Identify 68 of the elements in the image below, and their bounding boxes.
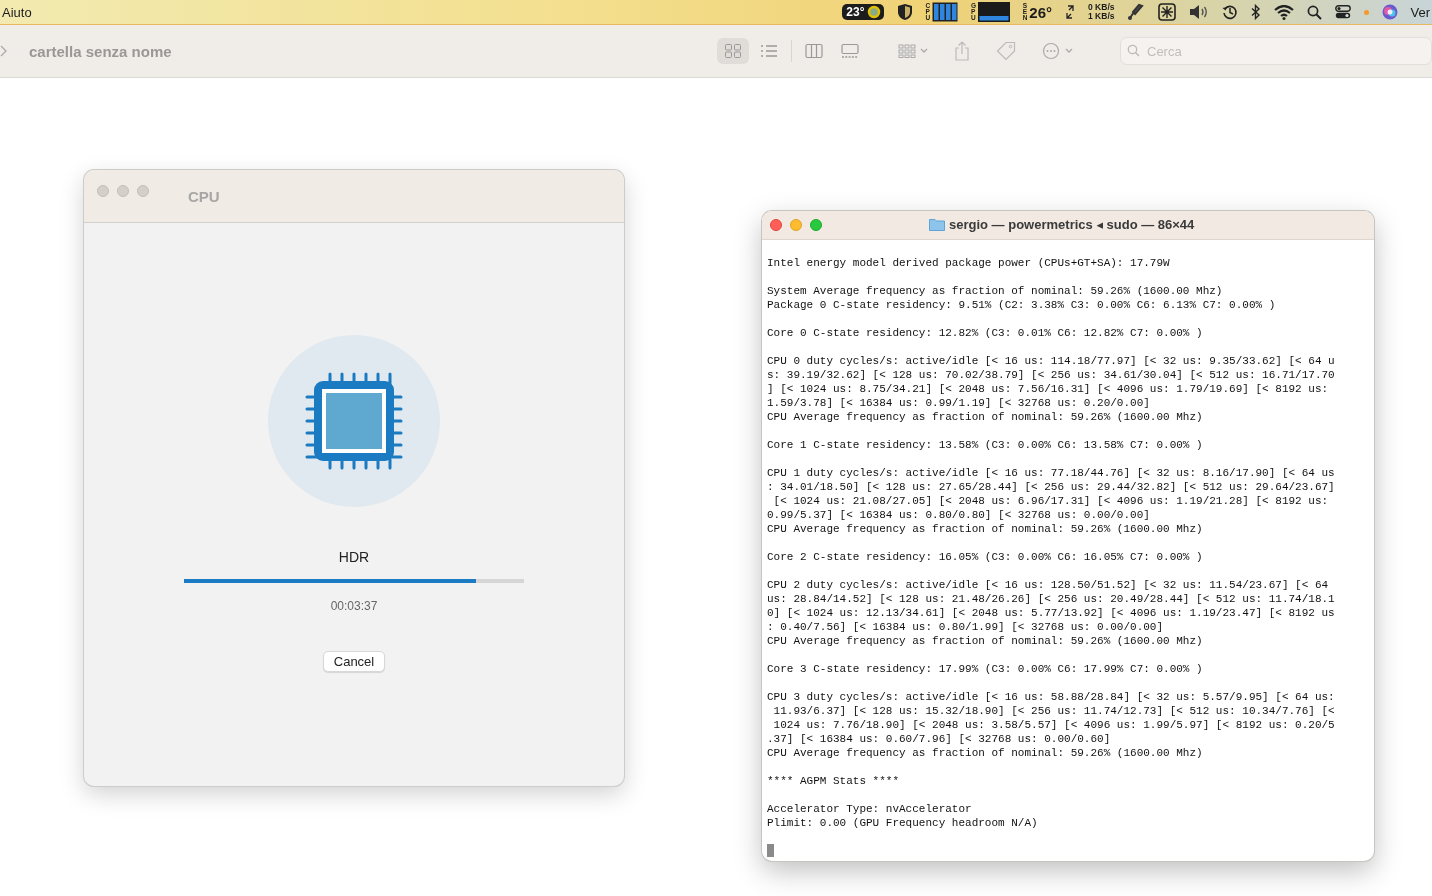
terminal-line: 11.93/6.37] [< 128 us: 15.32/18.90] [< 256 us: 11.74/12.73] [< 512 us: 10.34/7.76] [<	[772, 704, 1335, 718]
task-label: HDR	[338, 549, 370, 565]
terminal-line: Core 0 C-state residency: 12.82% (C3: 0.01% C6: 12.82% C7: 0.00% )	[767, 326, 1203, 340]
chevron-icon[interactable]	[0, 45, 7, 57]
search-icon[interactable]	[1307, 4, 1323, 20]
terminal-line: 1.59/3.78] [< 16384 us: 0.99/1.19] [< 32768 us: 0.20/0.00]	[767, 396, 1150, 410]
minimize-icon[interactable]	[790, 219, 802, 231]
terminal-line: **** AGPM Stats ****	[767, 774, 900, 788]
folder-icon	[929, 218, 945, 231]
app-menu[interactable]: Aiuto	[0, 4, 34, 20]
processor-chip-icon	[268, 335, 440, 507]
cancel-button[interactable]: Cancel	[322, 651, 386, 672]
window-title: CPU	[188, 187, 220, 205]
expand-arrows-icon[interactable]	[1065, 5, 1075, 19]
terminal-line: [< 1024 us: 21.08/27.05] [< 2048 us: 6.96/17.31] [< 4096 us: 1.19/21.28] [< 8192 us:	[772, 494, 1329, 508]
terminal-line: 1024 us: 7.76/18.90] [< 2048 us: 3.58/5.57] [< 4096 us: 1.99/5.97] [< 8192 us: 0.20/5	[772, 718, 1335, 732]
terminal-line: Plimit: 0.00 (GPU Frequency headroom N/A)	[767, 816, 1038, 830]
cpu-meter-icon[interactable]	[932, 2, 959, 22]
control-center-icon[interactable]	[1335, 5, 1352, 19]
bluetooth-icon[interactable]	[1251, 4, 1262, 20]
colorful-orb-icon[interactable]	[1382, 4, 1399, 20]
window-title: sergio — powermetrics ◂ sudo — 86×44	[949, 217, 1195, 232]
terminal-line: : 0.40/7.56] [< 16384 us: 0.80/1.99] [< 32768 us: 0.00/0.00]	[767, 620, 1164, 634]
terminal-line: 0] [< 1024 us: 12.13/34.61] [< 2048 us: 5.77/13.92] [< 4096 us: 1.19/23.47] [< 8192 us	[767, 606, 1335, 620]
terminal-line: CPU 0 duty cycles/s: active/idle [< 16 us: 114.18/77.97] [< 32 us: 9.35/33.62] [< 64 u	[767, 354, 1335, 368]
terminal-line: Accelerator Type: nvAccelerator	[767, 802, 972, 816]
terminal-line: Intel energy model derived package power (CPUs+GT+SA): 17.79W	[767, 256, 1170, 270]
gallery-icon	[841, 43, 859, 59]
temperature-badge[interactable]: 23°	[842, 4, 884, 20]
status-dot-icon	[1364, 9, 1370, 15]
cut-menu-item[interactable]: Ver	[1408, 4, 1432, 20]
group-icon[interactable]	[898, 44, 928, 58]
terminal-line: Core 1 C-state residency: 13.58% (C3: 0.00% C6: 13.58% C7: 0.00% )	[767, 438, 1203, 452]
terminal-line: CPU Average frequency as fraction of nominal: 59.26% (1600.00 Mhz)	[767, 522, 1203, 536]
grid-icon	[724, 43, 742, 59]
view-mode-button[interactable]	[717, 38, 749, 64]
folder-title: cartella senza nome	[29, 42, 173, 60]
shield-icon[interactable]	[896, 3, 913, 21]
list-icon	[760, 43, 778, 59]
terminal-line: Package 0 C-state residency: 9.51% (C2: 3.38% C3: 0.00% C6: 6.13% C7: 0.00% )	[767, 298, 1276, 312]
gpu-meter-icon[interactable]	[977, 2, 1010, 22]
elapsed-time: 00:03:37	[330, 599, 378, 613]
network-speed[interactable]: 0 KB/s 1 KB/s	[1088, 3, 1115, 21]
columns-icon	[805, 43, 823, 59]
terminal-line: CPU Average frequency as fraction of nominal: 59.26% (1600.00 Mhz)	[767, 410, 1203, 424]
terminal-line: CPU Average frequency as fraction of nominal: 59.26% (1600.00 Mhz)	[767, 746, 1203, 760]
wifi-icon[interactable]	[1274, 4, 1295, 20]
terminal-line: CPU 1 duty cycles/s: active/idle [< 16 us: 77.18/44.76] [< 32 us: 8.16/17.90] [< 64 us	[767, 466, 1335, 480]
sensor-temperature[interactable]: 26°	[1029, 3, 1052, 21]
terminal-line: 0.99/5.37] [< 16384 us: 0.80/0.80] [< 32768 us: 0.00/0.00]	[767, 508, 1150, 522]
terminal-line: System Average frequency as fraction of nominal: 59.26% (1600.00 Mhz)	[767, 284, 1223, 298]
close-icon[interactable]	[770, 219, 782, 231]
terminal-line: ] [< 1024 us: 8.75/34.21] [< 2048 us: 7.56/16.31] [< 4096 us: 1.79/19.69] [< 8192 us:	[767, 382, 1329, 396]
terminal-line: : 34.01/18.50] [< 128 us: 27.65/28.44] [< 256 us: 29.44/32.82] [< 512 us: 29.64/23.67]	[767, 480, 1335, 494]
terminal-line: .37] [< 16384 us: 0.60/7.96] [< 32768 us: 0.00/0.60]	[767, 732, 1111, 746]
terminal-cursor	[767, 844, 774, 857]
search-icon	[1127, 44, 1140, 57]
volume-icon[interactable]	[1189, 4, 1210, 20]
terminal-line: Core 2 C-state residency: 16.05% (C3: 0.00% C6: 16.05% C7: 0.00% )	[767, 550, 1203, 564]
terminal-line: s: 39.19/32.62] [< 128 us: 70.02/38.79] [< 256 us: 34.61/30.04] [< 512 us: 16.71/17.70	[767, 368, 1335, 382]
fan-icon[interactable]	[1158, 3, 1177, 21]
terminal-line: CPU 3 duty cycles/s: active/idle [< 16 us: 58.88/28.84] [< 32 us: 5.57/9.95] [< 64 us:	[767, 690, 1335, 704]
zoom-icon[interactable]	[810, 219, 822, 231]
terminal-line: us: 28.84/14.52] [< 128 us: 21.48/26.26] [< 256 us: 20.49/28.44] [< 512 us: 11.74/18.1	[767, 592, 1335, 606]
terminal-line: CPU 2 duty cycles/s: active/idle [< 16 us: 128.50/51.52] [< 32 us: 11.54/23.67] [< 64	[767, 578, 1329, 592]
history-icon[interactable]	[1222, 4, 1239, 20]
terminal-line: Core 3 C-state residency: 17.99% (C3: 0.00% C6: 17.99% C7: 0.00% )	[767, 662, 1203, 676]
terminal-line: CPU Average frequency as fraction of nominal: 59.26% (1600.00 Mhz)	[767, 634, 1203, 648]
